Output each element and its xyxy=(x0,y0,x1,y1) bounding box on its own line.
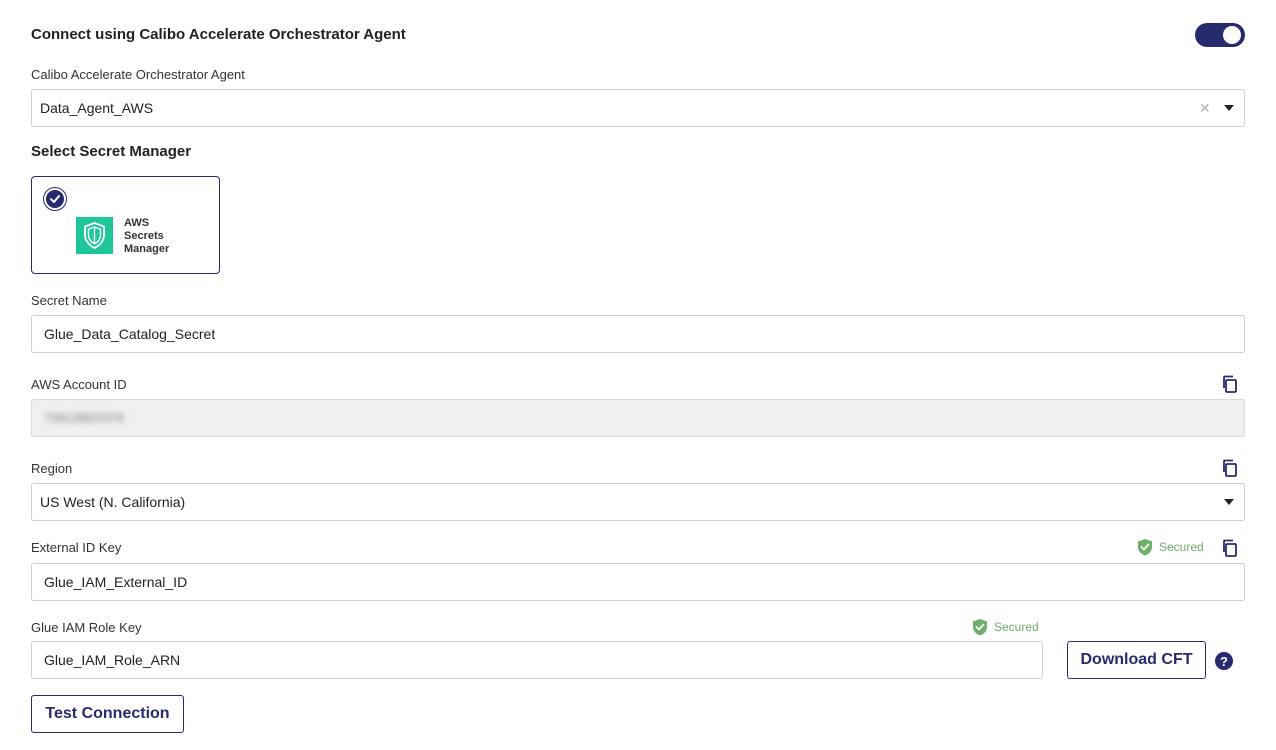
external-id-key-value: Glue_IAM_External_ID xyxy=(44,574,188,590)
chevron-down-icon[interactable] xyxy=(1224,105,1234,111)
secured-label: Secured xyxy=(1159,540,1204,554)
check-icon xyxy=(44,188,66,210)
agent-select[interactable]: Data_Agent_AWS × xyxy=(31,89,1245,127)
secret-name-label: Secret Name xyxy=(31,293,107,308)
glue-iam-role-key-input[interactable]: Glue_IAM_Role_ARN xyxy=(31,641,1043,679)
aws-label-line3: Manager xyxy=(124,243,170,255)
external-id-key-label: External ID Key xyxy=(31,540,122,555)
agent-section-title: Connect using Calibo Accelerate Orchestr… xyxy=(31,26,406,43)
glue-iam-secured-badge: Secured xyxy=(972,618,1039,636)
external-id-secured-badge: Secured xyxy=(1137,538,1204,556)
aws-secrets-manager-logo xyxy=(76,217,113,254)
copy-icon[interactable] xyxy=(1221,539,1239,557)
download-cft-button[interactable]: Download CFT xyxy=(1067,641,1206,679)
glue-iam-role-key-value: Glue_IAM_Role_ARN xyxy=(44,652,181,668)
agent-label: Calibo Accelerate Orchestrator Agent xyxy=(31,67,245,82)
region-select[interactable]: US West (N. California) xyxy=(31,483,1245,521)
copy-icon[interactable] xyxy=(1221,375,1239,393)
shield-check-icon xyxy=(973,619,987,636)
aws-secrets-manager-label: AWS Secrets Manager xyxy=(124,217,169,256)
chevron-down-icon[interactable] xyxy=(1224,499,1234,505)
region-value: US West (N. California) xyxy=(40,494,186,510)
external-id-key-input[interactable]: Glue_IAM_External_ID xyxy=(31,563,1245,601)
shield-icon xyxy=(84,222,105,250)
agent-select-value: Data_Agent_AWS xyxy=(40,100,154,116)
aws-secrets-manager-option[interactable]: AWS Secrets Manager xyxy=(31,176,220,274)
aws-account-id-input: 739128820376 xyxy=(31,399,1245,437)
glue-iam-role-key-label: Glue IAM Role Key xyxy=(31,620,142,635)
secret-manager-title: Select Secret Manager xyxy=(31,143,192,160)
aws-label-line2: Secrets xyxy=(124,230,164,242)
clear-icon[interactable]: × xyxy=(1199,99,1210,117)
help-icon[interactable]: ? xyxy=(1215,652,1233,670)
toggle-knob xyxy=(1223,26,1241,44)
secured-label: Secured xyxy=(994,620,1039,634)
region-label: Region xyxy=(31,461,73,476)
test-connection-button[interactable]: Test Connection xyxy=(31,695,184,733)
aws-account-id-value: 739128820376 xyxy=(44,411,125,425)
secret-name-value: Glue_Data_Catalog_Secret xyxy=(44,326,216,342)
aws-account-id-label: AWS Account ID xyxy=(31,377,127,392)
secret-name-input[interactable]: Glue_Data_Catalog_Secret xyxy=(31,315,1245,353)
copy-icon[interactable] xyxy=(1221,459,1239,477)
aws-label-line1: AWS xyxy=(124,217,150,229)
agent-toggle[interactable] xyxy=(1195,23,1245,47)
shield-check-icon xyxy=(1138,539,1152,556)
